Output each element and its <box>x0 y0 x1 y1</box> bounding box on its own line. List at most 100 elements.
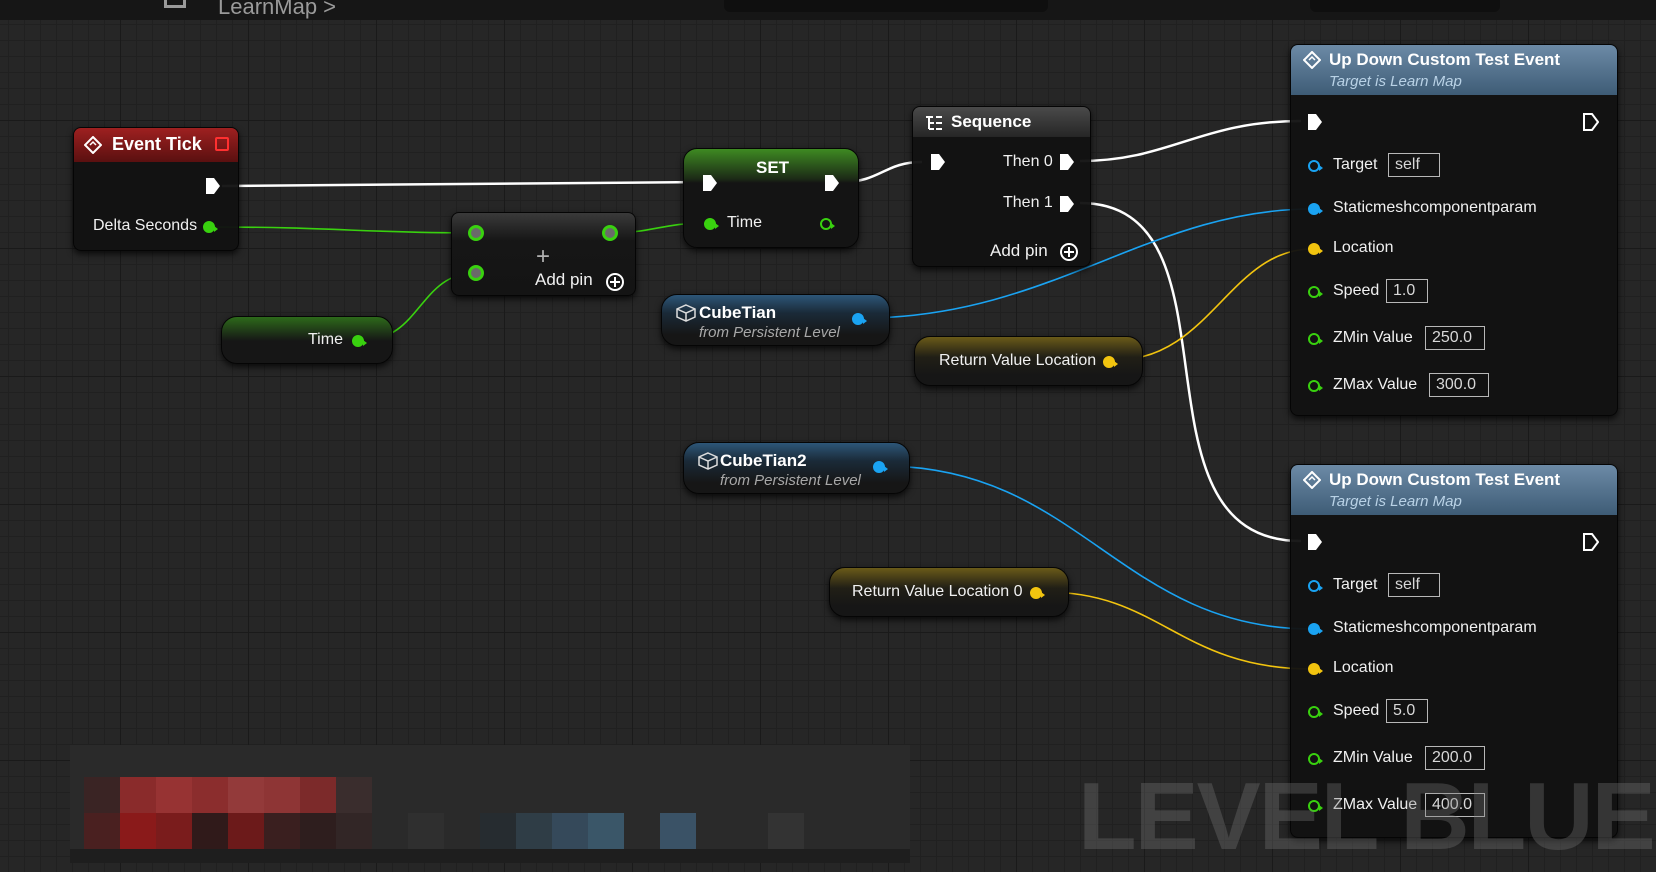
event2-mesh-pin[interactable] <box>1308 623 1323 635</box>
sequence-title: Sequence <box>951 112 1032 131</box>
cubetian2-title: CubeTian2 <box>720 451 807 470</box>
sequence-add-pin-icon[interactable] <box>1059 242 1079 262</box>
event1-zmax-label: ZMax Value <box>1333 376 1418 393</box>
add-pin-icon[interactable] <box>605 272 625 292</box>
return-value-location-pin[interactable] <box>1103 356 1118 368</box>
event2-target-value[interactable]: self <box>1388 573 1440 597</box>
return-value-location0-node[interactable]: Return Value Location 0 <box>829 567 1069 617</box>
delegate-pin-icon[interactable] <box>215 137 229 151</box>
event2-speed-value[interactable]: 5.0 <box>1386 699 1428 723</box>
sequence-node[interactable]: Sequence Then 0 Then 1 Add pin <box>912 106 1091 267</box>
breadcrumb[interactable]: LearnMap > <box>218 0 336 20</box>
time-getter-node[interactable]: Time <box>221 316 393 364</box>
event2-target-pin[interactable] <box>1308 580 1323 592</box>
event1-zmin-pin[interactable] <box>1308 333 1323 345</box>
float-wire-delta-add <box>213 226 476 234</box>
toolbar-search-box[interactable] <box>724 0 1048 12</box>
set-time-label: Time <box>727 214 762 231</box>
event2-location-label: Location <box>1333 659 1394 676</box>
event1-zmin-value[interactable]: 250.0 <box>1425 326 1485 350</box>
event1-target-value[interactable]: self <box>1388 153 1440 177</box>
custom-event-1-subtitle: Target is Learn Map <box>1329 73 1462 90</box>
event1-mesh-label: Staticmeshcomponentparam <box>1333 199 1537 216</box>
actor-cube-icon <box>676 304 696 322</box>
event-diamond-icon <box>84 136 102 154</box>
event1-zmax-value[interactable]: 300.0 <box>1429 373 1489 397</box>
sequence-icon <box>926 116 942 130</box>
blueprint-icon <box>164 0 186 8</box>
event1-exec-out-pin[interactable] <box>1583 113 1599 131</box>
cubetian-out-pin[interactable] <box>852 313 867 325</box>
return-value-location-node[interactable]: Return Value Location <box>914 336 1143 386</box>
exec-wire-tick-set <box>221 180 706 188</box>
event1-location-pin[interactable] <box>1308 243 1323 255</box>
event1-target-pin[interactable] <box>1308 160 1323 172</box>
event1-zmax-pin[interactable] <box>1308 380 1323 392</box>
cubetian2-ref-node[interactable]: CubeTian2 from Persistent Level <box>683 442 910 494</box>
sequence-add-pin-label[interactable]: Add pin <box>990 241 1048 261</box>
event1-speed-pin[interactable] <box>1308 286 1323 298</box>
event2-location-pin[interactable] <box>1308 663 1323 675</box>
sequence-exec-in-pin[interactable] <box>930 153 946 171</box>
plus-icon: + <box>536 243 551 270</box>
cubetian-title: CubeTian <box>699 303 777 322</box>
return-value-location-label: Return Value Location <box>939 352 1097 369</box>
vector-wire-ret-event1 <box>1115 248 1313 361</box>
exec-wire-then0-event1 <box>1079 119 1302 163</box>
event2-speed-pin[interactable] <box>1308 706 1323 718</box>
level-blueprint-watermark: LEVEL BLUEPRINT <box>1078 763 1656 870</box>
cubetian-subtitle: from Persistent Level <box>699 324 840 341</box>
custom-event-2-header: Up Down Custom Test Event Target is Lear… <box>1291 465 1617 515</box>
set-time-in-pin[interactable] <box>704 218 719 230</box>
actor-cube-icon <box>698 452 718 470</box>
vector-wire-ret0-event2 <box>1045 591 1313 670</box>
cubetian2-subtitle: from Persistent Level <box>720 472 861 489</box>
add-input-a-pin[interactable] <box>468 225 484 241</box>
delta-seconds-pin[interactable] <box>203 221 218 233</box>
add-output-pin[interactable] <box>602 225 618 241</box>
then0-label: Then 0 <box>1003 153 1053 170</box>
set-node[interactable]: SET Time <box>683 148 859 248</box>
cubetian2-out-pin[interactable] <box>873 461 888 473</box>
obscured-pixel-blocks <box>70 745 910 863</box>
event-tick-header: Event Tick <box>74 128 238 162</box>
return-value-location0-pin[interactable] <box>1030 587 1045 599</box>
add-node[interactable]: + Add pin <box>451 212 636 296</box>
then1-pin[interactable] <box>1059 195 1075 213</box>
time-getter-pin[interactable] <box>352 335 367 347</box>
graph-toolbar: LearnMap > <box>0 0 1656 20</box>
add-pin-label[interactable]: Add pin <box>535 270 593 290</box>
custom-event-node-1[interactable]: Up Down Custom Test Event Target is Lear… <box>1290 44 1618 416</box>
event2-exec-out-pin[interactable] <box>1583 533 1599 551</box>
add-input-b-pin[interactable] <box>468 265 484 281</box>
event2-speed-label: Speed <box>1333 702 1380 719</box>
cubetian-ref-node[interactable]: CubeTian from Persistent Level <box>661 294 890 346</box>
event1-mesh-pin[interactable] <box>1308 203 1323 215</box>
custom-event-1-header: Up Down Custom Test Event Target is Lear… <box>1291 45 1617 95</box>
event1-speed-value[interactable]: 1.0 <box>1386 279 1428 303</box>
set-exec-out-pin[interactable] <box>824 174 840 192</box>
delta-seconds-label: Delta Seconds <box>93 217 198 234</box>
then0-pin[interactable] <box>1059 153 1075 171</box>
set-time-out-pin[interactable] <box>820 218 835 230</box>
then1-label: Then 1 <box>1003 194 1053 211</box>
function-diamond-icon <box>1303 51 1321 69</box>
custom-event-1-title: Up Down Custom Test Event <box>1329 50 1561 69</box>
set-exec-in-pin[interactable] <box>702 174 718 192</box>
event1-exec-in-pin[interactable] <box>1307 113 1323 131</box>
event1-location-label: Location <box>1333 239 1394 256</box>
toolbar-zoom-box[interactable] <box>1310 0 1500 12</box>
return-value-location0-label: Return Value Location 0 <box>852 583 1023 600</box>
event-tick-node[interactable]: Event Tick Delta Seconds <box>73 127 239 251</box>
event1-zmin-label: ZMin Value <box>1333 329 1413 346</box>
event1-speed-label: Speed <box>1333 282 1380 299</box>
event2-exec-in-pin[interactable] <box>1307 533 1323 551</box>
function-diamond-icon <box>1303 471 1321 489</box>
event2-target-label: Target <box>1333 576 1378 593</box>
time-getter-label: Time <box>308 331 343 348</box>
event2-mesh-label: Staticmeshcomponentparam <box>1333 619 1537 636</box>
custom-event-2-subtitle: Target is Learn Map <box>1329 493 1462 510</box>
event-tick-title: Event Tick <box>112 134 202 154</box>
exec-out-pin[interactable] <box>205 177 221 195</box>
obscured-region <box>70 745 910 863</box>
